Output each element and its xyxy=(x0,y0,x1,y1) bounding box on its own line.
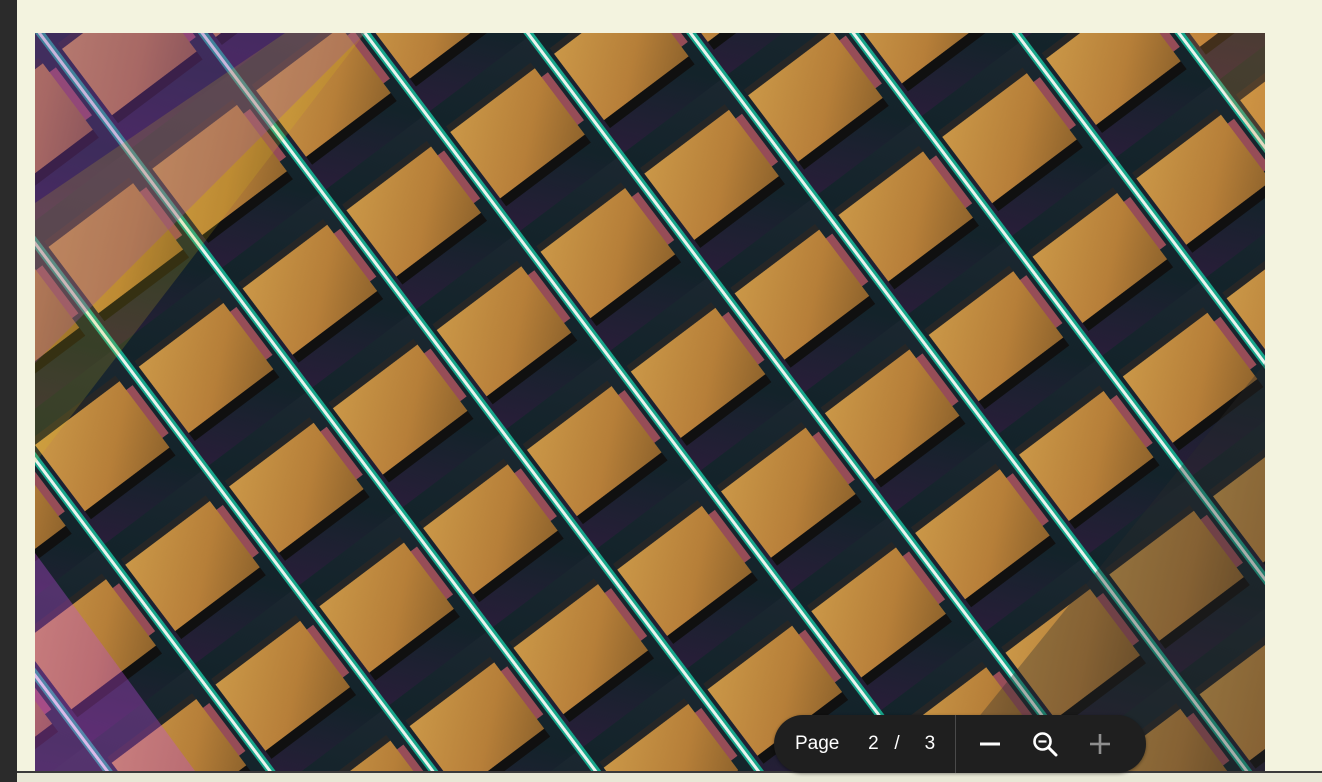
total-pages: 3 xyxy=(924,733,936,754)
page-image xyxy=(35,33,1265,771)
page-separator: / xyxy=(894,733,900,754)
page-indicator: Page 2 / 3 xyxy=(774,715,955,773)
zoom-reset-button[interactable] xyxy=(1025,724,1065,764)
document-page xyxy=(35,33,1265,771)
document-viewer: Page 2 / 3 xyxy=(0,0,1322,782)
zoom-in-button[interactable] xyxy=(1080,724,1120,764)
plus-icon xyxy=(1090,734,1110,754)
current-page-input[interactable]: 2 xyxy=(862,733,884,755)
left-rail xyxy=(0,0,17,782)
zoom-controls xyxy=(956,715,1135,773)
page-toolbar: Page 2 / 3 xyxy=(774,715,1146,773)
page-label: Page xyxy=(795,733,840,754)
magnifier-icon xyxy=(1033,732,1058,757)
zoom-out-button[interactable] xyxy=(970,724,1010,764)
minus-icon xyxy=(980,742,1000,746)
